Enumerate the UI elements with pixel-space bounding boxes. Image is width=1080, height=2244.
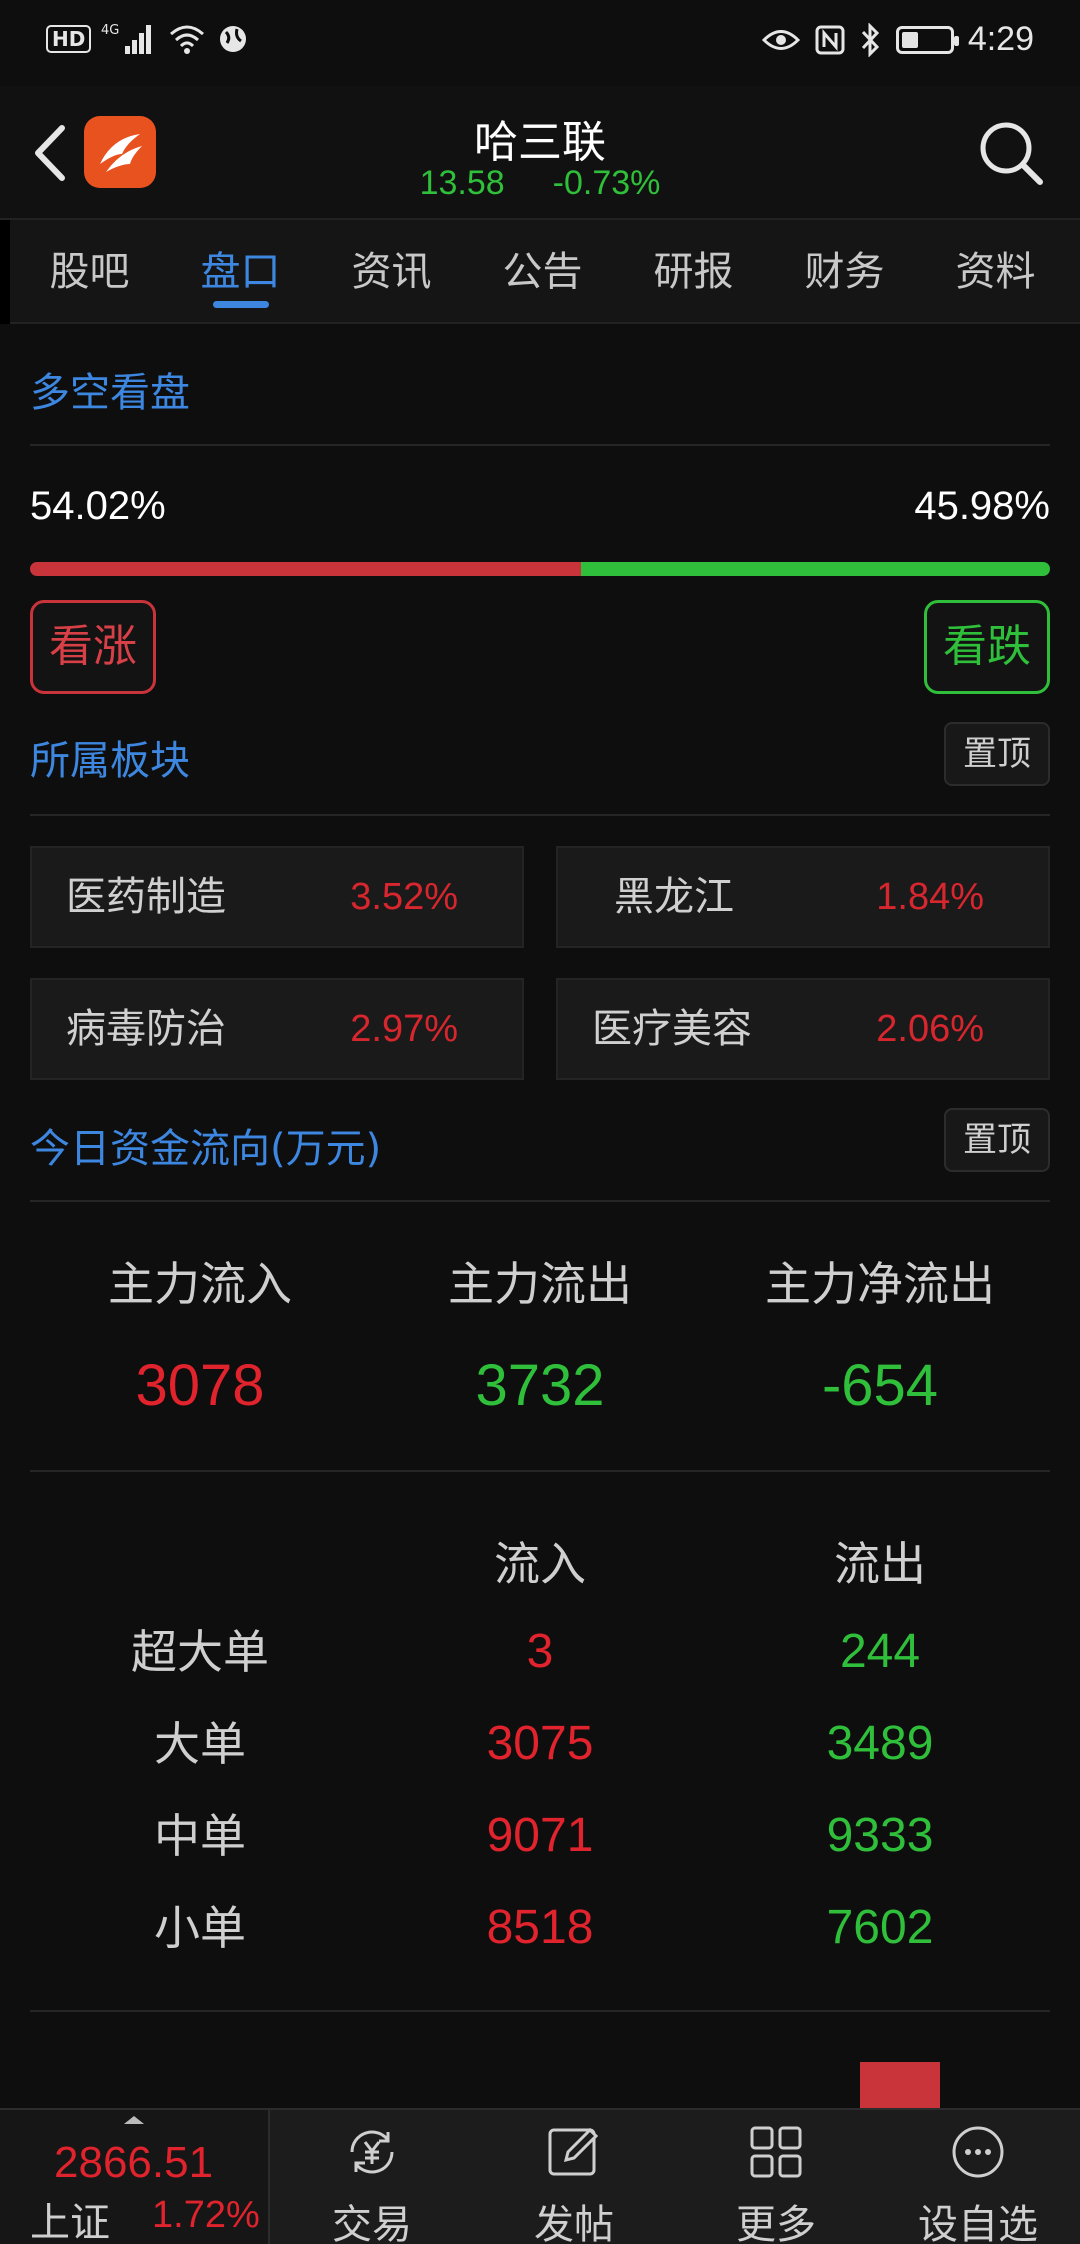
main-inflow-value: 3078 [135, 1353, 265, 1418]
nav-label: 发帖 [534, 2202, 614, 2244]
stock-name: 哈三联 [474, 117, 606, 168]
nav-post[interactable]: 发帖 [474, 2110, 674, 2244]
table-row: 小单 8518 7602 [30, 1882, 1050, 1974]
pin-fund-flow-button[interactable]: 置顶 [944, 1108, 1050, 1172]
sector-change: 2.97% [350, 1008, 458, 1050]
nfc-icon [815, 25, 845, 54]
row-outflow: 244 [839, 1625, 921, 1678]
tab-announcements[interactable]: 公告 [467, 220, 618, 322]
tab-pankou[interactable]: 盘口 [165, 220, 316, 322]
bear-percent: 45.98% [914, 484, 1050, 528]
table-row: 中单 9071 9333 [30, 1790, 1050, 1882]
battery-icon [895, 25, 959, 54]
clock: 4:29 [967, 20, 1034, 58]
index-name: 上证 [30, 2200, 110, 2244]
index-value: 2866.51 [54, 2138, 214, 2187]
row-label: 大单 [154, 1717, 246, 1771]
signal-icon: 4G [101, 23, 152, 54]
bearish-button[interactable]: 看跌 [924, 600, 1050, 694]
sector-change: 3.52% [350, 876, 458, 918]
row-outflow: 3489 [826, 1717, 934, 1770]
bluetooth-icon [861, 22, 879, 57]
row-label: 超大单 [131, 1625, 269, 1679]
row-inflow: 3075 [486, 1717, 594, 1770]
row-outflow: 7602 [826, 1901, 934, 1954]
nav-trade[interactable]: 交易 [272, 2110, 472, 2244]
sector-card[interactable]: 医药制造 3.52% [30, 846, 524, 948]
chart-bar-fragment [860, 2062, 940, 2108]
network-type: 4G [101, 23, 119, 38]
index-ticker[interactable]: 2866.51 上证 1.72% [0, 2110, 270, 2244]
caret-up-icon [124, 2116, 144, 2124]
main-net-outflow-label: 主力净流出 [765, 1257, 995, 1311]
main-outflow-value: 3732 [475, 1353, 605, 1418]
stock-price: 13.58 [419, 164, 505, 202]
sector-card[interactable]: 病毒防治 2.97% [30, 978, 524, 1080]
divider [30, 1200, 1050, 1202]
stock-change: -0.73% [552, 164, 661, 202]
tab-news[interactable]: 资讯 [316, 220, 467, 322]
row-label: 中单 [154, 1809, 246, 1863]
nav-add-watchlist[interactable]: 设自选 [878, 2110, 1078, 2244]
eye-icon [761, 29, 800, 50]
wifi-icon [170, 25, 205, 54]
nav-label: 交易 [332, 2202, 412, 2244]
search-icon[interactable] [976, 118, 1046, 188]
divider [30, 2010, 1050, 2012]
column-header-inflow: 流入 [494, 1537, 586, 1591]
index-change: 1.72% [152, 2194, 260, 2236]
column-header-outflow: 流出 [834, 1537, 926, 1591]
tab-research[interactable]: 研报 [618, 220, 769, 322]
row-inflow: 9071 [486, 1809, 594, 1862]
main-outflow-label: 主力流出 [448, 1257, 632, 1311]
bear-bar-fill [581, 562, 1050, 576]
nav-label: 更多 [736, 2202, 816, 2244]
sector-change: 1.84% [876, 876, 984, 918]
nav-more[interactable]: 更多 [676, 2110, 876, 2244]
sectors-title: 所属板块 [30, 738, 190, 784]
bull-bar-fill [30, 562, 581, 576]
sector-name: 医疗美容 [592, 1006, 752, 1052]
divider [30, 444, 1050, 446]
fund-flow-title: 今日资金流向(万元) [30, 1126, 382, 1172]
more-dots-icon [952, 2126, 1004, 2178]
sector-card[interactable]: 黑龙江 1.84% [556, 846, 1050, 948]
bull-percent: 54.02% [30, 484, 166, 528]
main-net-outflow-value: -654 [821, 1353, 939, 1418]
row-outflow: 9333 [826, 1809, 934, 1862]
yen-exchange-icon [350, 2130, 394, 2174]
bottom-bar: 2866.51 上证 1.72% 交易 发帖 更多 设自选 [0, 2108, 1080, 2244]
bullish-button[interactable]: 看涨 [30, 600, 156, 694]
sentiment-bar [30, 562, 1050, 576]
nav-label: 设自选 [918, 2202, 1038, 2244]
main-inflow-label: 主力流入 [108, 1257, 292, 1311]
tab-profile[interactable]: 资料 [920, 220, 1071, 322]
stock-header: 哈三联 13.58 -0.73% [0, 86, 1080, 220]
globe-icon [220, 26, 247, 52]
divider [30, 1470, 1050, 1472]
row-inflow: 3 [526, 1625, 554, 1678]
table-row: 大单 3075 3489 [30, 1698, 1050, 1790]
tab-guba[interactable]: 股吧 [14, 220, 165, 322]
grid-icon [750, 2126, 802, 2178]
stock-quote: 13.58 -0.73% [0, 164, 1080, 203]
table-row: 超大单 3 244 [30, 1606, 1050, 1698]
divider [30, 814, 1050, 816]
row-inflow: 8518 [486, 1901, 594, 1954]
sector-change: 2.06% [876, 1008, 984, 1050]
tab-finance[interactable]: 财务 [769, 220, 920, 322]
hd-indicator: HD [46, 25, 92, 53]
sector-name: 黑龙江 [614, 874, 734, 920]
row-label: 小单 [154, 1901, 246, 1955]
sentiment-title: 多空看盘 [30, 370, 190, 416]
status-bar: HD 4G 4:29 [0, 0, 1080, 86]
sector-name: 医药制造 [66, 874, 226, 920]
sector-card[interactable]: 医疗美容 2.06% [556, 978, 1050, 1080]
tab-bar: 股吧 盘口 资讯 公告 研报 财务 资料 [0, 220, 1080, 324]
sector-name: 病毒防治 [66, 1006, 226, 1052]
edit-icon [548, 2127, 599, 2176]
pin-sectors-button[interactable]: 置顶 [944, 722, 1050, 786]
